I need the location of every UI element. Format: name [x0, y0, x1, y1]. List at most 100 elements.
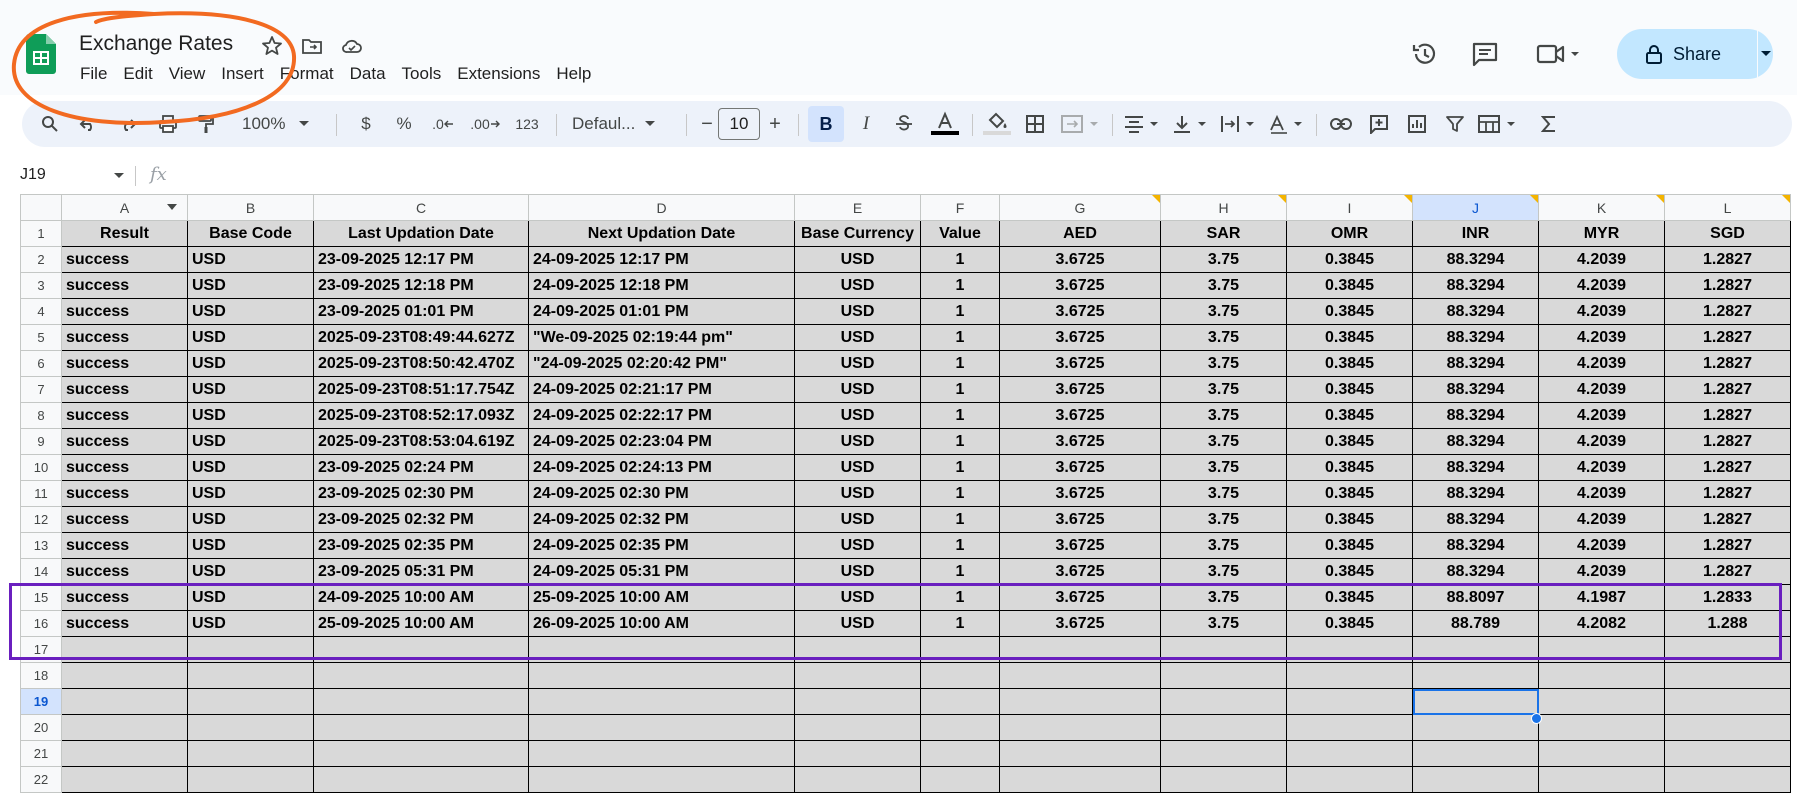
text-color-icon[interactable]: [928, 101, 962, 147]
cell[interactable]: [61, 766, 188, 793]
column-header-l[interactable]: L: [1664, 194, 1791, 221]
paint-format-icon[interactable]: [192, 101, 220, 147]
cell[interactable]: 1.2827: [1664, 272, 1791, 299]
row-header[interactable]: 19: [20, 688, 62, 715]
increase-font-size-button[interactable]: +: [762, 101, 788, 147]
cell[interactable]: [187, 740, 314, 767]
column-header-c[interactable]: C: [313, 194, 529, 221]
cell[interactable]: [313, 662, 529, 689]
meet-video-icon[interactable]: [1535, 40, 1585, 68]
cell[interactable]: [313, 766, 529, 793]
column-title-cell[interactable]: AED: [999, 220, 1161, 247]
cell[interactable]: 2025-09-23T08:52:17.093Z: [313, 402, 529, 429]
cell[interactable]: 3.75: [1160, 558, 1287, 585]
cell[interactable]: [187, 636, 314, 663]
cell[interactable]: USD: [187, 298, 314, 325]
cell[interactable]: [920, 740, 1000, 767]
cell[interactable]: USD: [187, 428, 314, 455]
cell[interactable]: 1: [920, 376, 1000, 403]
cell[interactable]: USD: [794, 272, 921, 299]
cell[interactable]: success: [61, 584, 188, 611]
cell[interactable]: 88.3294: [1412, 298, 1539, 325]
cell[interactable]: [1412, 662, 1539, 689]
row-header[interactable]: 3: [20, 272, 62, 299]
cell[interactable]: 3.6725: [999, 350, 1161, 377]
number-format-button[interactable]: 123: [508, 101, 546, 147]
cell[interactable]: 24-09-2025 12:18 PM: [528, 272, 795, 299]
cell[interactable]: 1.288: [1664, 610, 1791, 637]
column-header-i[interactable]: I: [1286, 194, 1413, 221]
cell[interactable]: 1.2833: [1664, 584, 1791, 611]
cell[interactable]: [999, 688, 1161, 715]
cell[interactable]: success: [61, 298, 188, 325]
column-title-cell[interactable]: Result: [61, 220, 188, 247]
increase-decimal-button[interactable]: .00: [466, 101, 504, 147]
cell[interactable]: "We-09-2025 02:19:44 pm": [528, 324, 795, 351]
cell[interactable]: 4.2039: [1538, 532, 1665, 559]
cell[interactable]: 26-09-2025 10:00 AM: [528, 610, 795, 637]
cell[interactable]: 3.6725: [999, 324, 1161, 351]
cell[interactable]: [1160, 688, 1287, 715]
cell[interactable]: 0.3845: [1286, 376, 1413, 403]
cell[interactable]: 2025-09-23T08:49:44.627Z: [313, 324, 529, 351]
menu-edit[interactable]: Edit: [115, 62, 160, 86]
cell[interactable]: USD: [794, 402, 921, 429]
version-history-icon[interactable]: [1410, 40, 1440, 68]
cell[interactable]: 1.2827: [1664, 350, 1791, 377]
cell[interactable]: success: [61, 324, 188, 351]
column-header-j[interactable]: J: [1412, 194, 1539, 221]
column-header-a[interactable]: A: [61, 194, 188, 221]
insert-chart-icon[interactable]: [1402, 101, 1432, 147]
cell[interactable]: USD: [794, 454, 921, 481]
column-header-h[interactable]: H: [1160, 194, 1287, 221]
horizontal-align-icon[interactable]: [1122, 101, 1164, 147]
cell[interactable]: 1.2827: [1664, 298, 1791, 325]
menu-format[interactable]: Format: [272, 62, 342, 86]
cell[interactable]: [61, 662, 188, 689]
undo-icon[interactable]: [74, 101, 102, 147]
row-header[interactable]: 13: [20, 532, 62, 559]
row-header[interactable]: 7: [20, 376, 62, 403]
cell[interactable]: 1: [920, 480, 1000, 507]
share-dropdown[interactable]: [1758, 29, 1773, 79]
cell[interactable]: [794, 714, 921, 741]
cell[interactable]: [1664, 766, 1791, 793]
row-header[interactable]: 21: [20, 740, 62, 767]
cell[interactable]: [313, 636, 529, 663]
cell[interactable]: [313, 714, 529, 741]
percent-format-button[interactable]: %: [390, 101, 418, 147]
cell[interactable]: 3.75: [1160, 428, 1287, 455]
cell[interactable]: [187, 714, 314, 741]
fill-color-icon[interactable]: [980, 101, 1014, 147]
cell[interactable]: 3.75: [1160, 350, 1287, 377]
cell[interactable]: 23-09-2025 12:18 PM: [313, 272, 529, 299]
cell[interactable]: 3.6725: [999, 480, 1161, 507]
cell[interactable]: 0.3845: [1286, 480, 1413, 507]
row-header[interactable]: 22: [20, 766, 62, 793]
cell[interactable]: 3.6725: [999, 376, 1161, 403]
insert-comment-icon[interactable]: [1364, 101, 1394, 147]
cell[interactable]: 1.2827: [1664, 428, 1791, 455]
cell[interactable]: [794, 766, 921, 793]
cell[interactable]: success: [61, 480, 188, 507]
cell[interactable]: 3.75: [1160, 584, 1287, 611]
cell[interactable]: 1: [920, 350, 1000, 377]
cell[interactable]: USD: [794, 506, 921, 533]
cell[interactable]: [999, 714, 1161, 741]
cell[interactable]: 1.2827: [1664, 454, 1791, 481]
cell[interactable]: 1.2827: [1664, 402, 1791, 429]
cell[interactable]: [999, 636, 1161, 663]
cell[interactable]: [794, 662, 921, 689]
menu-extensions[interactable]: Extensions: [449, 62, 548, 86]
cell[interactable]: 24-09-2025 02:22:17 PM: [528, 402, 795, 429]
row-header[interactable]: 1: [20, 220, 62, 247]
cell[interactable]: [528, 740, 795, 767]
cell[interactable]: 24-09-2025 02:32 PM: [528, 506, 795, 533]
cell[interactable]: 1.2827: [1664, 506, 1791, 533]
cell[interactable]: [187, 766, 314, 793]
cell[interactable]: USD: [187, 272, 314, 299]
bold-button[interactable]: B: [808, 101, 844, 147]
cell[interactable]: 1.2827: [1664, 324, 1791, 351]
cell[interactable]: success: [61, 350, 188, 377]
cell[interactable]: USD: [187, 480, 314, 507]
